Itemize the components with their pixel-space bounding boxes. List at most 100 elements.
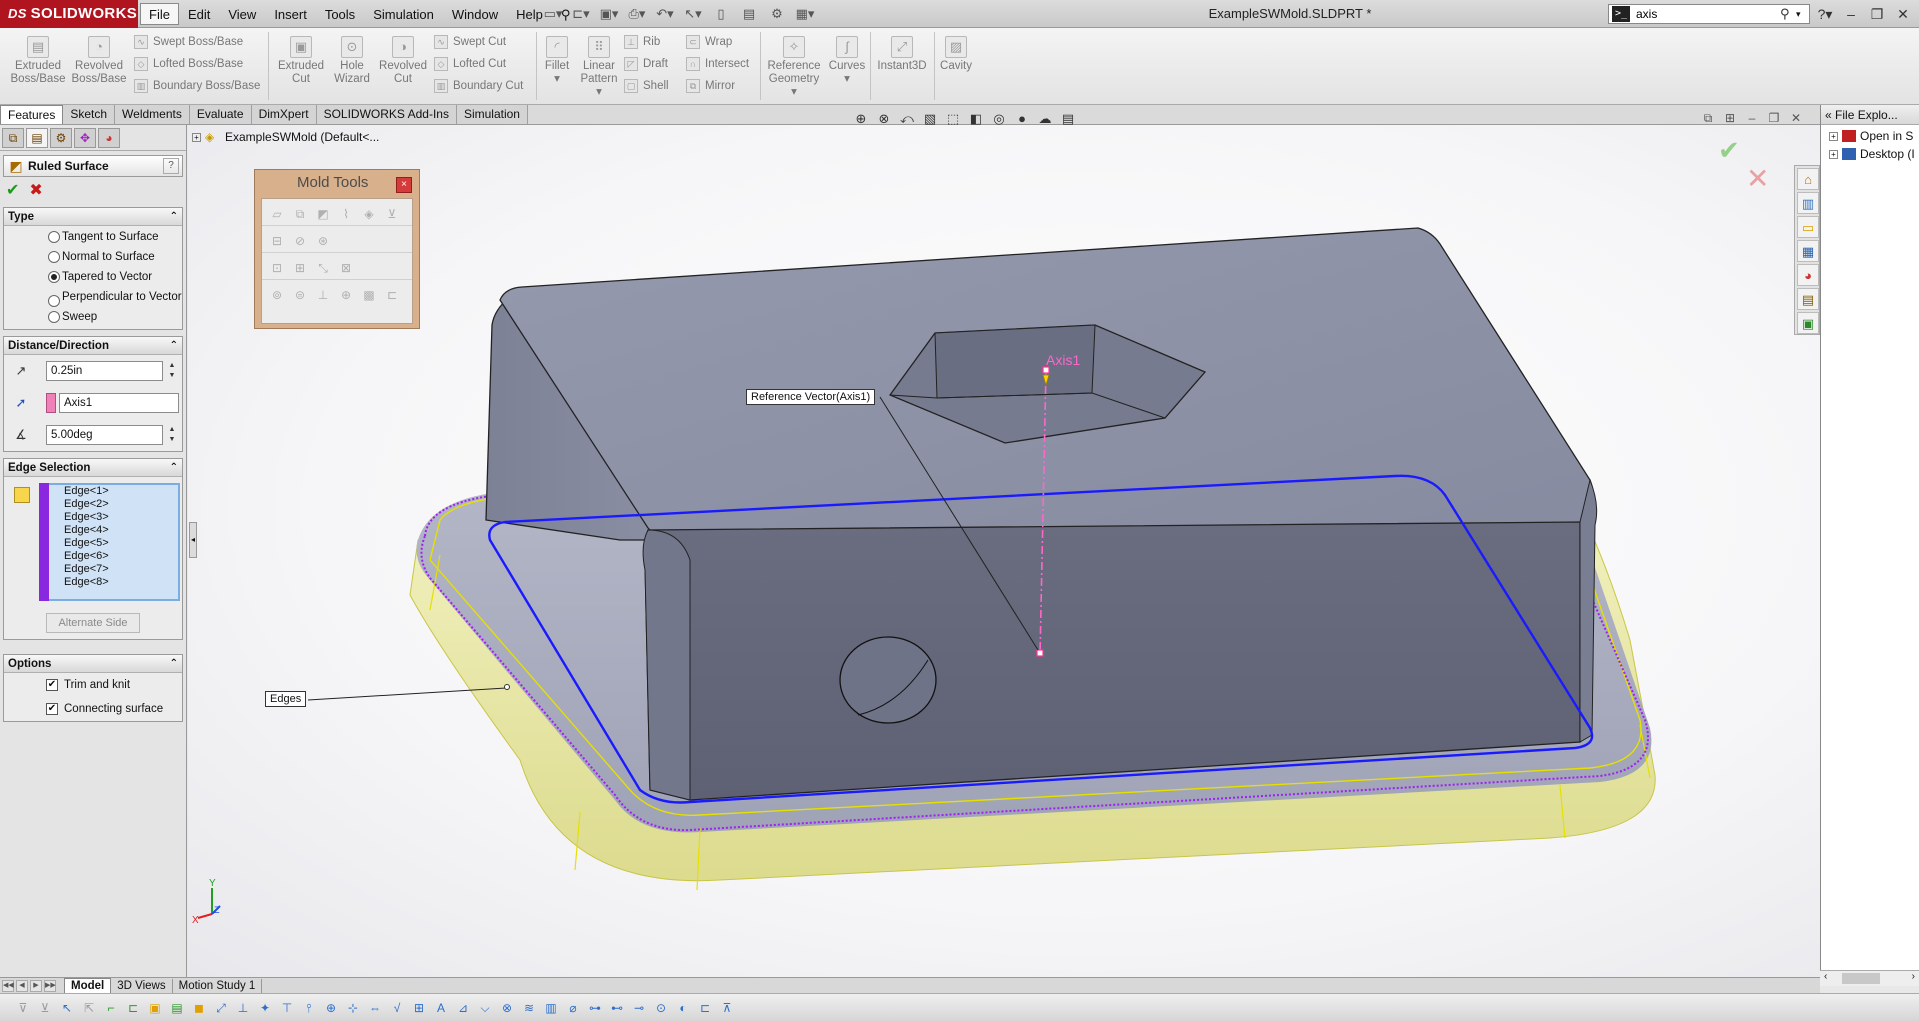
options-group-header[interactable]: Options ⌃ [4,655,182,673]
file-explorer-scrollbar[interactable]: ‹ › [1820,970,1919,986]
expand-icon[interactable]: + [192,132,201,142]
axis-label[interactable]: Axis1 [1046,352,1080,368]
tab-dimxpert[interactable]: DimXpert [251,105,317,124]
reference-triad[interactable]: Y X Z [192,876,242,926]
filter-dowel-pin-icon[interactable]: ⌀ [564,999,582,1017]
mirror-button[interactable]: ⧉ Mirror [686,76,735,96]
alternate-side-button[interactable]: Alternate Side [46,613,140,633]
distance-group-header[interactable]: Distance/Direction ⌃ [4,337,182,355]
lofted-cut-button[interactable]: ◇ Lofted Cut [434,54,506,74]
apply-scene-icon[interactable]: ☁ [1036,110,1054,128]
extruded-cut-button[interactable]: ▣ Extruded Cut [272,36,330,86]
filter-edges-icon[interactable]: ⊏ [124,999,142,1017]
section-view-icon[interactable]: ▧ [921,110,939,128]
viewport-split-icon[interactable]: ⊞ [1722,110,1738,126]
appearances-icon[interactable]: ◕ [1797,264,1819,286]
distance-spinner-icon[interactable]: ▲ ▼ [166,361,178,381]
tab-sketch[interactable]: Sketch [63,105,116,124]
file-explorer-icon[interactable]: ▭ [1797,216,1819,238]
filter-datum-targets-icon[interactable]: ⊗ [498,999,516,1017]
close-icon[interactable]: ✕ [1893,4,1913,24]
ruled-tool-icon[interactable]: ⊕ [337,287,355,303]
knit-surface-icon[interactable]: ⌇ [337,206,355,222]
filter-planes-icon[interactable]: ⊥ [234,999,252,1017]
linear-pattern-dropdown-icon[interactable]: ▾ [596,86,602,98]
filter-clear-icon[interactable]: ⊻ [36,999,54,1017]
filter-centerline-icon[interactable]: ⊹ [344,999,362,1017]
edit-appearance-icon[interactable]: ● [1013,110,1031,128]
edge-selection-list[interactable]: Edge<1> Edge<2> Edge<3> Edge<4> Edge<5> … [39,483,180,601]
tab-model[interactable]: Model [64,977,112,994]
filter-center-marks-icon[interactable]: ⊕ [322,999,340,1017]
filter-weld-symbols-icon[interactable]: ⌵ [476,999,494,1017]
previous-view-icon[interactable]: ⤺ [898,110,916,128]
filter-midpoints-icon[interactable]: ⫯ [300,999,318,1017]
list-item[interactable]: Edge<1> [48,485,178,498]
part-model[interactable] [188,125,1820,977]
file-properties-icon[interactable]: ▤ [736,4,762,24]
list-item[interactable]: Edge<5> [48,537,178,550]
angle-input[interactable]: 5.00deg [46,425,163,445]
list-item[interactable]: Edge<6> [48,550,178,563]
next-tab-icon[interactable]: ▶ [30,979,42,992]
type-option-tapered[interactable]: Tapered to Vector [4,266,182,286]
move-face-icon[interactable]: ⊜ [291,287,309,303]
revolved-boss-button[interactable]: ◔ Revolved Boss/Base [70,36,128,86]
shut-off-tool-icon[interactable]: ▩ [360,287,378,303]
radio-normal[interactable] [48,251,60,263]
configuration-manager-tab-icon[interactable]: ⚙ [50,128,72,148]
surface-tool-icon[interactable]: ⊏ [383,287,401,303]
search-box[interactable]: >_ ⚲ ▾ [1608,4,1810,24]
axis-endpoint[interactable] [1036,649,1044,657]
command-search-icon[interactable]: >_ [1612,6,1630,22]
ok-button[interactable]: ✔ [6,180,19,199]
hole-wizard-button[interactable]: ⊙ Hole Wizard [328,36,376,86]
radio-tangent[interactable] [48,231,60,243]
type-option-perpendicular[interactable]: Perpendicular to Vector [4,286,182,307]
filter-weld-beads-icon[interactable]: ⊙ [652,999,670,1017]
filter-more-icon[interactable]: ⊼ [718,999,736,1017]
filter-mid-icon[interactable]: ⊸ [630,999,648,1017]
linear-pattern-button[interactable]: ⠿ Linear Pattern ▾ [578,36,620,99]
filter-dimensions-icon[interactable]: ⇔ [366,999,384,1017]
collapse-panel-icon[interactable]: « [1825,108,1832,122]
help-icon[interactable]: ?▾ [1815,4,1835,24]
viewport-close-icon[interactable]: ✕ [1788,110,1804,126]
scrollbar-thumb[interactable] [1842,973,1880,984]
menu-file[interactable]: File [140,3,179,25]
parting-surfaces-icon[interactable]: ⊛ [314,233,332,249]
reference-geometry-dropdown-icon[interactable]: ▾ [791,86,797,98]
solidworks-resources-icon[interactable]: ⌂ [1797,168,1819,190]
fillet-dropdown-icon[interactable]: ▾ [554,73,560,85]
dimxpert-manager-tab-icon[interactable]: ✥ [74,128,96,148]
menu-insert[interactable]: Insert [265,3,316,25]
open-icon[interactable]: ⊏▾ [568,4,594,24]
file-explorer-item-desktop[interactable]: + Desktop (I [1821,145,1919,163]
filter-blocks-icon[interactable]: ▥ [542,999,560,1017]
planar-surface-icon[interactable]: ▱ [268,206,286,222]
reference-vector-callout[interactable]: Reference Vector(Axis1) [746,389,876,405]
rib-button[interactable]: ⊥ Rib [624,32,660,52]
confirmation-corner-ok-icon[interactable]: ✔ [1718,135,1740,166]
confirmation-corner-cancel-icon[interactable]: ✕ [1746,162,1769,195]
extruded-boss-button[interactable]: ▤ Extruded Boss/Base [10,36,66,86]
edge-group-header[interactable]: Edge Selection ⌃ [4,459,182,477]
tab-3d-views[interactable]: 3D Views [111,978,173,993]
cavity-tool-icon[interactable]: ⊠ [337,260,355,276]
shell-button[interactable]: ▢ Shell [624,76,669,96]
mold-tools-close-button[interactable]: × [396,177,412,193]
solidworks-forum-icon[interactable]: ▣ [1797,312,1819,334]
filter-surface-finish-icon[interactable]: √ [388,999,406,1017]
scale-icon[interactable]: ⤡ [314,260,332,276]
options-icon[interactable]: ⚙ [764,4,790,24]
list-item[interactable]: Edge<4> [48,524,178,537]
lofted-boss-button[interactable]: ◇ Lofted Boss/Base [134,54,243,74]
cavity-button[interactable]: ▨ Cavity [938,36,974,73]
boundary-cut-button[interactable]: ▥ Boundary Cut [434,76,523,96]
collapse-icon[interactable]: ⌃ [170,208,178,226]
filter-axes-icon[interactable]: ⤢ [212,999,230,1017]
tab-simulation[interactable]: Simulation [456,105,528,124]
prev-tab-icon[interactable]: ◀ [16,979,28,992]
swept-cut-button[interactable]: ∿ Swept Cut [434,32,506,52]
property-manager-tab-icon[interactable]: ▤ [26,128,48,148]
